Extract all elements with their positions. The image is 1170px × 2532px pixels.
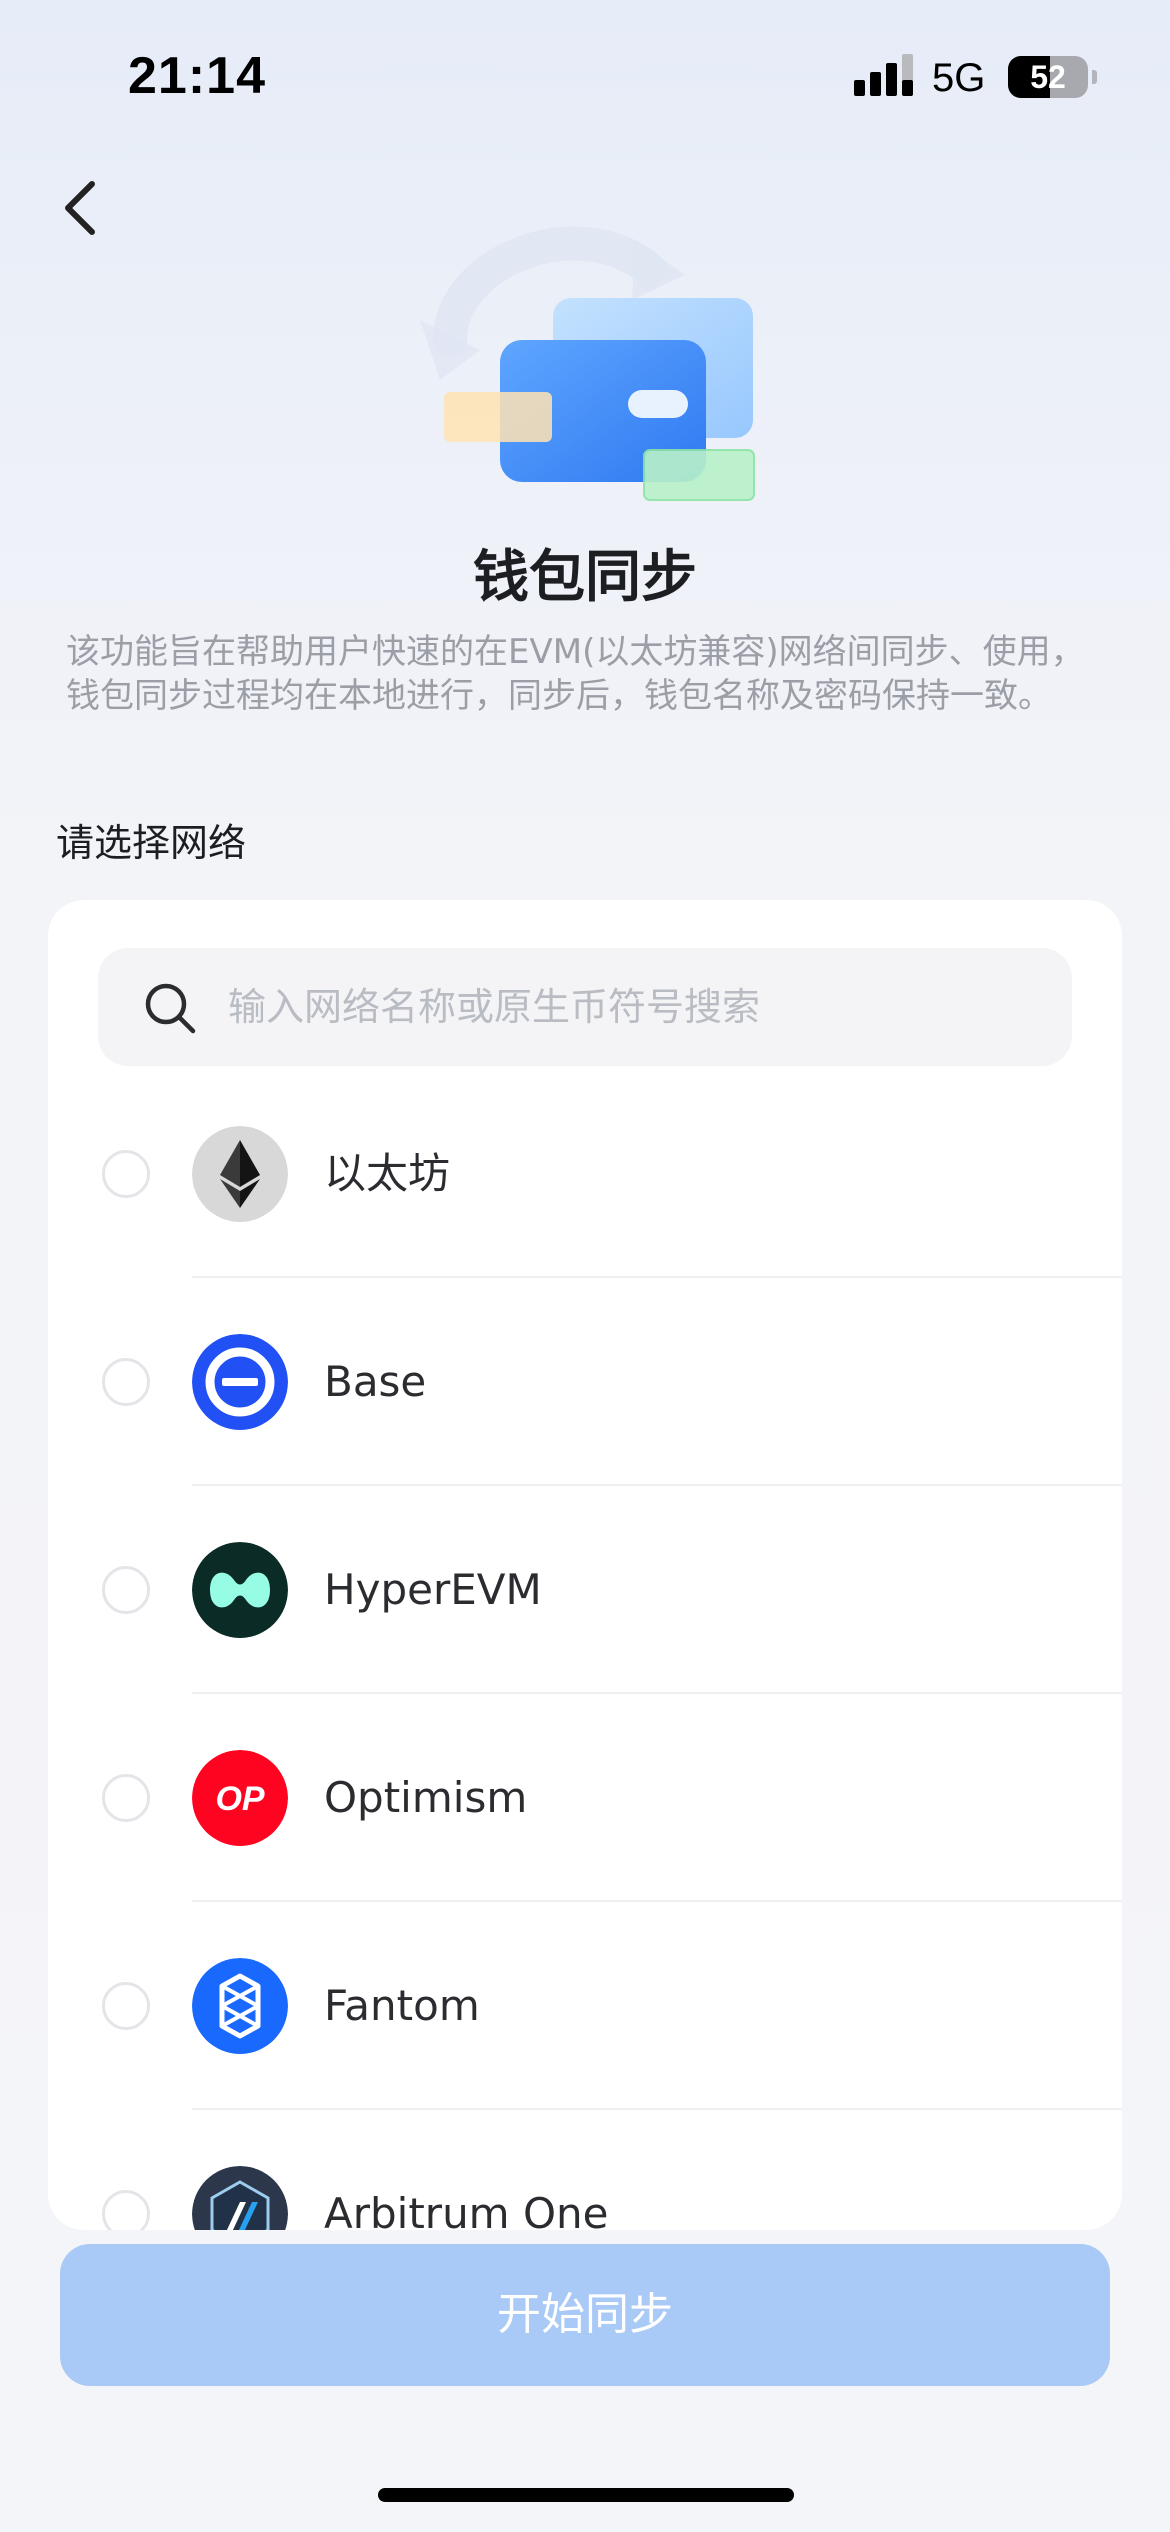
network-name: Base (324, 1357, 427, 1406)
page-description: 该功能旨在帮助用户快速的在EVM(以太坊兼容)网络间同步、使用，钱包同步过程均在… (66, 632, 1085, 716)
battery-indicator: 52 (1008, 56, 1097, 98)
radio-button[interactable] (102, 1566, 150, 1614)
hyperevm-logo-icon (192, 1542, 288, 1638)
network-section-label: 请选择网络 (56, 821, 247, 865)
home-indicator (378, 2488, 794, 2502)
optimism-logo-text: OP (215, 1780, 264, 1818)
network-list: 以太坊 Base HyperEVM OP Optimism Fantom Arb… (48, 1070, 1122, 2230)
network-item-ethereum[interactable]: 以太坊 (48, 1070, 1122, 1278)
network-name: 以太坊 (324, 1149, 451, 1198)
ethereum-logo-icon (192, 1126, 288, 1222)
page-title: 钱包同步 (473, 545, 697, 610)
search-box[interactable] (98, 948, 1072, 1066)
optimism-logo-icon: OP (192, 1750, 288, 1846)
network-item-fantom[interactable]: Fantom (48, 1902, 1122, 2110)
wallet-sync-illustration (420, 226, 755, 501)
base-logo-icon (192, 1334, 288, 1430)
radio-button[interactable] (102, 1982, 150, 2030)
network-item-hyperevm[interactable]: HyperEVM (48, 1486, 1122, 1694)
search-icon (145, 983, 196, 1034)
network-name: Fantom (324, 1981, 480, 2030)
fantom-logo-icon (192, 1958, 288, 2054)
network-item-optimism[interactable]: OP Optimism (48, 1694, 1122, 1902)
arbitrum-logo-icon (192, 2166, 288, 2230)
network-item-base[interactable]: Base (48, 1278, 1122, 1486)
battery-level: 52 (1030, 59, 1066, 95)
network-name: HyperEVM (324, 1565, 542, 1614)
cellular-signal-icon (854, 54, 913, 96)
radio-button[interactable] (102, 1774, 150, 1822)
status-bar: 21:14 5G 52 (0, 0, 1170, 150)
radio-button[interactable] (102, 1150, 150, 1198)
chevron-left-icon (65, 181, 95, 235)
back-button[interactable] (52, 172, 112, 242)
network-select-card: 以太坊 Base HyperEVM (48, 900, 1122, 2230)
battery-cap (1092, 70, 1097, 84)
radio-button[interactable] (102, 1358, 150, 1406)
status-time: 21:14 (128, 47, 266, 105)
radio-button[interactable] (102, 2190, 150, 2230)
start-sync-button[interactable]: 开始同步 (60, 2244, 1110, 2386)
network-name: Optimism (324, 1773, 528, 1822)
network-type-label: 5G (932, 56, 986, 100)
search-input[interactable] (228, 972, 1028, 1042)
network-name: Arbitrum One (324, 2189, 609, 2230)
battery-body: 52 (1008, 56, 1088, 98)
network-item-arbitrum-one[interactable]: Arbitrum One (48, 2110, 1122, 2230)
